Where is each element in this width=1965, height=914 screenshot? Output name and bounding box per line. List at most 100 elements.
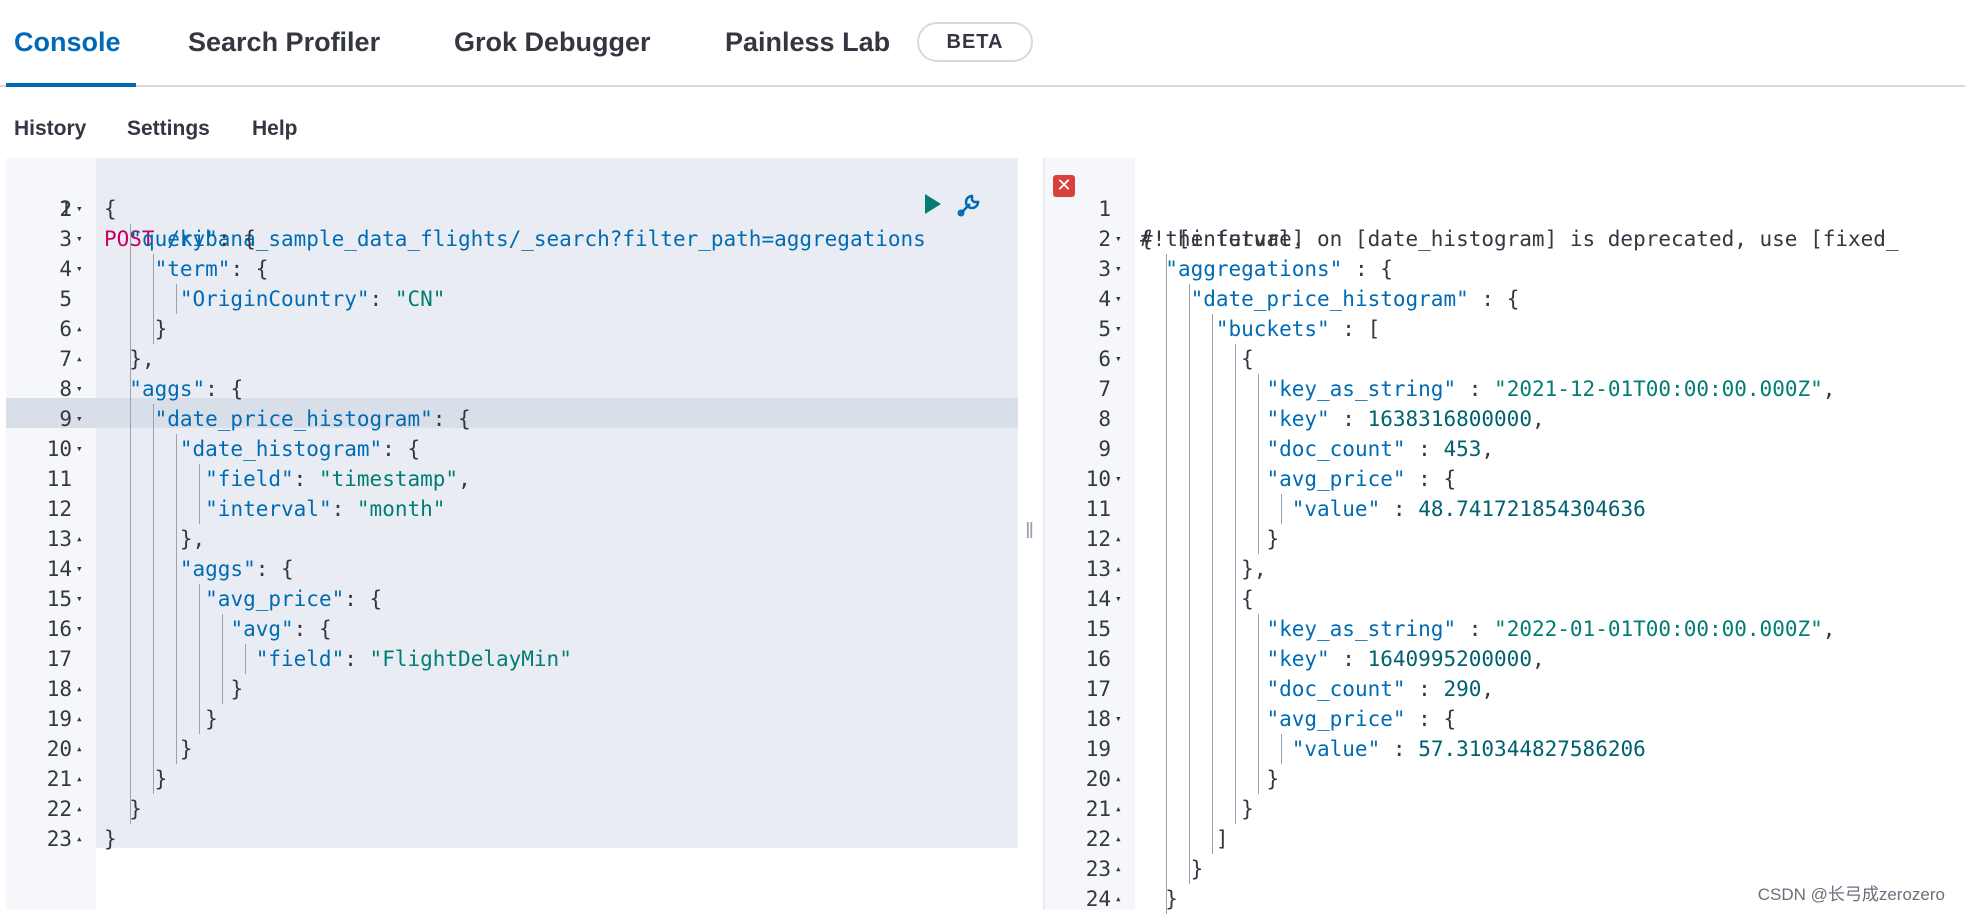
fold-close-icon[interactable]: ▴ [76,524,83,554]
indent-guide [1235,764,1236,794]
fold-open-icon[interactable]: ▾ [1115,254,1122,284]
error-icon: ✕ [1053,175,1075,197]
indent-guide [1166,494,1167,524]
indent-guide [1212,314,1213,344]
code-line: 22 ▴ } [6,794,1018,824]
fold-open-icon[interactable]: ▾ [1115,314,1122,344]
code-text: "key_as_string" : "2022-01-01T00:00:00.0… [1266,617,1836,641]
fold-close-icon[interactable]: ▴ [1115,554,1122,584]
tab-painless-lab[interactable]: Painless Lab [725,27,890,58]
indent-guide [1166,794,1167,824]
fold-open-icon[interactable]: ▾ [76,194,83,224]
help-menu-item[interactable]: Help [252,117,298,141]
fold-open-icon[interactable]: ▾ [1115,224,1122,254]
fold-open-icon[interactable]: ▾ [76,374,83,404]
tab-search-profiler[interactable]: Search Profiler [188,27,380,58]
fold-close-icon[interactable]: ▴ [76,764,83,794]
beta-badge: BETA [917,22,1033,62]
code-line: 5 ▾ "buckets" : [ [1045,314,1965,344]
indent-guide [130,404,131,434]
fold-close-icon[interactable]: ▴ [76,314,83,344]
fold-open-icon[interactable]: ▾ [76,224,83,254]
indent-guide [176,284,177,314]
indent-guide [1189,854,1190,884]
code-line: 8 "key" : 1638316800000, [1045,404,1965,434]
fold-open-icon[interactable]: ▾ [1115,284,1122,314]
indent-guide [1189,494,1190,524]
fold-open-icon[interactable]: ▾ [76,434,83,464]
fold-open-icon[interactable]: ▾ [76,584,83,614]
fold-close-icon[interactable]: ▴ [76,344,83,374]
indent-guide [176,584,177,614]
code-line: 19 ▴ } [6,704,1018,734]
line-number: 14 [46,557,72,581]
code-text: { [1140,227,1153,251]
indent-guide [1258,704,1259,734]
indent-guide [1166,404,1167,434]
indent-guide [1189,434,1190,464]
fold-open-icon[interactable]: ▾ [1115,584,1122,614]
indent-guide [1189,674,1190,704]
indent-guide [199,704,200,734]
fold-close-icon[interactable]: ▴ [76,674,83,704]
indent-guide [1212,704,1213,734]
code-line: 7 "key_as_string" : "2021-12-01T00:00:00… [1045,374,1965,404]
fold-close-icon[interactable]: ▴ [76,704,83,734]
code-line: 8 ▾ "aggs": { [6,374,1018,404]
fold-open-icon[interactable]: ▾ [76,254,83,284]
indent-guide [1212,584,1213,614]
line-number: 23 [46,827,72,851]
fold-close-icon[interactable]: ▴ [1115,854,1122,884]
indent-guide [1189,314,1190,344]
fold-open-icon[interactable]: ▾ [76,404,83,434]
indent-guide [1166,614,1167,644]
fold-close-icon[interactable]: ▴ [1115,764,1122,794]
fold-close-icon[interactable]: ▴ [1115,524,1122,554]
indent-guide [153,284,154,314]
active-tab-indicator [6,83,136,87]
code-line: 23 ▴} [6,824,1018,854]
tab-grok-debugger[interactable]: Grok Debugger [454,27,651,58]
fold-close-icon[interactable]: ▴ [1115,794,1122,824]
code-line: 16 "key" : 1640995200000, [1045,644,1965,674]
fold-open-icon[interactable]: ▾ [1115,344,1122,374]
code-text: "buckets" : [ [1215,317,1381,341]
line-number: 3 [1098,257,1111,281]
tab-console[interactable]: Console [14,27,121,58]
code-line: 13 ▴ }, [1045,554,1965,584]
history-menu-item[interactable]: History [14,117,86,141]
indent-guide [1189,554,1190,584]
line-number: 16 [1085,647,1111,671]
fold-close-icon[interactable]: ▴ [1115,824,1122,854]
indent-guide [153,254,154,284]
wrench-icon[interactable] [954,190,984,225]
code-line: 3 ▾ "query": { [6,224,1018,254]
indent-guide [1258,674,1259,704]
fold-close-icon[interactable]: ▴ [76,824,83,854]
indent-guide [199,674,200,704]
code-text: "term": { [154,257,269,281]
indent-guide [153,494,154,524]
indent-guide [153,734,154,764]
line-number: 20 [1085,767,1111,791]
code-text: } [179,737,193,761]
indent-guide [130,674,131,704]
fold-close-icon[interactable]: ▴ [76,734,83,764]
resize-handle-icon[interactable]: ‖ [1025,518,1034,544]
fold-close-icon[interactable]: ▴ [76,794,83,824]
fold-open-icon[interactable]: ▾ [1115,704,1122,734]
line-number: 14 [1085,587,1111,611]
line-number: 10 [1085,467,1111,491]
line-number: 6 [59,317,72,341]
code-text: "date_price_histogram" : { [1190,287,1520,311]
line-number: 11 [1085,497,1111,521]
request-editor[interactable]: 1 POST /kibana_sample_data_flights/_sear… [6,158,1018,910]
fold-open-icon[interactable]: ▾ [76,554,83,584]
run-icon[interactable] [923,192,943,221]
settings-menu-item[interactable]: Settings [127,117,210,141]
fold-open-icon[interactable]: ▾ [1115,464,1122,494]
indent-guide [1189,614,1190,644]
fold-open-icon[interactable]: ▾ [76,614,83,644]
indent-guide [130,314,131,344]
indent-guide [1166,704,1167,734]
